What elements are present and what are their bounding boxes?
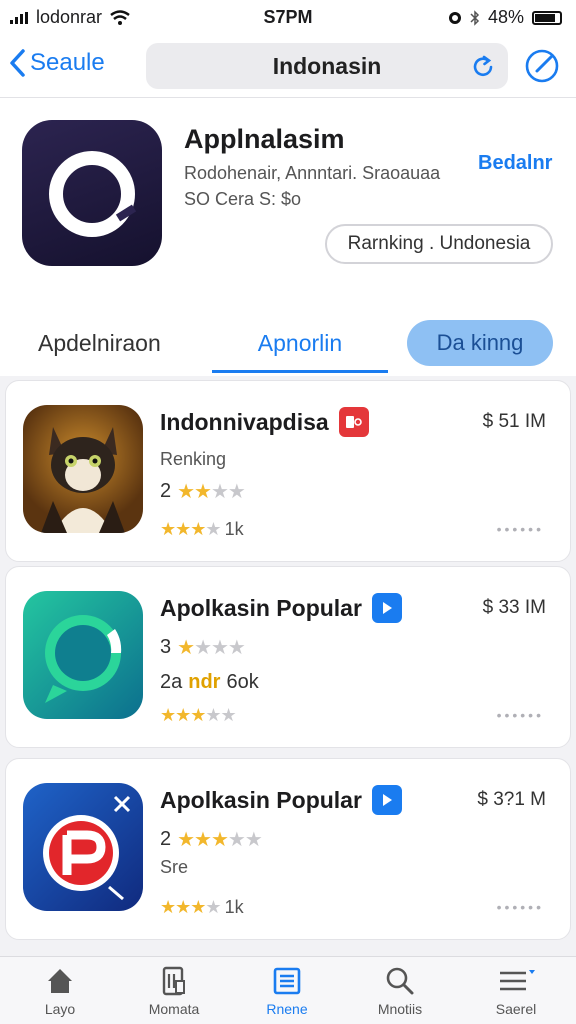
star-rating-icon: ★★★★ (177, 481, 246, 503)
tabbar-item-mnotiis[interactable]: Mnotiis (350, 965, 450, 1017)
star-rating-icon: ★★★★ (177, 637, 246, 659)
tabbar-label: Layo (44, 1001, 76, 1017)
tabbar-label: Saerel (495, 1001, 537, 1017)
bluetooth-icon (470, 9, 480, 26)
search-bar[interactable]: Indonasin (146, 43, 508, 89)
chat-app-icon (23, 591, 143, 719)
tabbar-item-momata[interactable]: Momata (124, 965, 224, 1017)
play-badge-icon (371, 785, 402, 815)
battery-icon (532, 10, 562, 25)
battery-percent: 48% (487, 7, 524, 27)
list-item[interactable]: Indonnivapdisa $ 51 IM Renking 2 ★★★★ ★★… (5, 380, 571, 562)
app-title: Apolkasin Popular (160, 594, 362, 621)
rating-number: 2 (160, 480, 172, 502)
app-header: Applnalasim Rodohenair, Annntari. Sraoau… (0, 98, 576, 288)
documents-icon (162, 966, 185, 996)
status-bar: lodonrar S7PM 48% (0, 0, 576, 34)
star-rating-small-icon: ★★★★ (160, 897, 222, 917)
review-count: 1k (224, 897, 244, 917)
star-rating-icon: ★★★★★ (177, 829, 263, 851)
segmented-tabs: Apdelniraon Apnorlin Da kinng (0, 288, 576, 376)
chat-bubble-icon (45, 615, 122, 703)
cat-icon (41, 427, 125, 533)
tab-apdelniraon[interactable]: Apdelniraon (38, 330, 161, 357)
tabbar-label: Momata (148, 1001, 200, 1017)
menu-icon (500, 970, 535, 991)
tabbar-item-saerel[interactable]: Saerel (466, 965, 566, 1017)
refresh-icon[interactable] (470, 54, 496, 80)
list-item[interactable]: Apolkasin Popular $ 33 IM 3 ★★★★ 2a ndr … (5, 566, 571, 748)
rating-number: 3 (160, 636, 172, 658)
back-button[interactable]: Seaule (8, 48, 105, 78)
chevron-left-icon (10, 49, 25, 77)
app-title: Apolkasin Popular (160, 786, 362, 813)
back-label: Seaule (30, 49, 105, 76)
p-app-icon (23, 783, 143, 911)
navigation-bar: Seaule Indonasin (0, 34, 576, 98)
search-bar-title: Indonasin (272, 52, 382, 79)
more-options-icon[interactable]: •••••• (497, 521, 544, 537)
tabbar-item-rnene[interactable]: Rnene (237, 965, 337, 1017)
tabbar-label: Mnotiis (377, 1001, 423, 1017)
list-item[interactable]: Apolkasin Popular $ 3?1 M 2 ★★★★★ Sre ★★… (5, 758, 571, 940)
more-options-icon[interactable]: •••••• (497, 899, 544, 915)
active-tab-indicator (212, 370, 388, 373)
app-action-link[interactable]: Bedalnr (478, 152, 552, 175)
review-count: 1k (224, 519, 244, 539)
compass-icon[interactable] (524, 48, 560, 84)
app-price: $ 33 IM (482, 597, 546, 618)
search-icon (386, 967, 414, 995)
cat-app-icon (23, 405, 143, 533)
app-icon (22, 120, 162, 266)
app-subtitle-2: SO Cera S: $o (184, 189, 302, 209)
tabbar-label: Rnene (266, 1001, 308, 1017)
app-subtitle-1: Rodohenair, Annntari. Sraoauaa (184, 163, 441, 183)
app-category: Renking (160, 449, 227, 469)
app-logo-ring-icon (49, 151, 137, 237)
rating-number: 2 (160, 828, 172, 850)
rating-prefix: 2a (160, 671, 183, 693)
list-icon (273, 967, 301, 995)
bottom-tab-bar: Layo Momata Rnene Mnotiis Saerel (0, 956, 576, 1024)
rating-highlight: ndr (188, 671, 221, 693)
app-name: Applnalasim (184, 124, 345, 154)
app-price: $ 51 IM (482, 411, 546, 432)
tabbar-item-layo[interactable]: Layo (10, 965, 110, 1017)
more-options-icon[interactable]: •••••• (497, 707, 544, 723)
tab-ranking-button[interactable]: Da kinng (407, 320, 553, 366)
app-price: $ 3?1 M (477, 789, 546, 810)
home-icon (48, 969, 72, 993)
play-badge-icon (371, 593, 402, 623)
ranking-chip[interactable]: Rarnking . Undonesia (325, 224, 553, 264)
alarm-icon (448, 11, 461, 24)
star-rating-small-icon: ★★★★ (160, 519, 222, 539)
p-logo-icon (43, 795, 131, 901)
app-category: Sre (160, 857, 189, 877)
app-title: Indonnivapdisa (160, 408, 329, 435)
tab-apnorlin[interactable]: Apnorlin (212, 330, 388, 357)
record-badge-icon (338, 407, 369, 437)
star-rating-small-icon: ★★★★★ (160, 705, 237, 725)
rating-suffix: 6ok (226, 671, 259, 693)
